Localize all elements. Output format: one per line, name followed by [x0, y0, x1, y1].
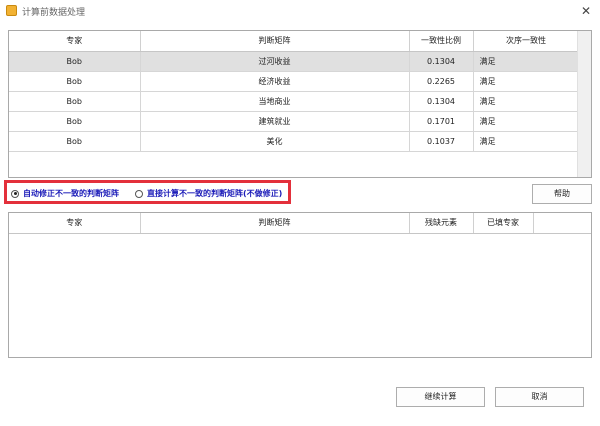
expert-cell: Bob [9, 71, 141, 92]
table-row[interactable]: Bob 经济收益 0.2265 满足 [9, 71, 591, 92]
expert-cell: Bob [9, 51, 141, 72]
app-icon [6, 5, 17, 16]
continue-calculation-button[interactable]: 继续计算 [396, 387, 485, 407]
col-header-matrix[interactable]: 判断矩阵 [140, 31, 410, 52]
col-header-expert[interactable]: 专家 [9, 213, 141, 234]
col-header-matrix[interactable]: 判断矩阵 [140, 213, 410, 234]
radio-circle-icon[interactable] [11, 189, 19, 198]
auto-fix-label: 自动修正不一致的判断矩阵 [23, 189, 119, 198]
ratio-cell: 0.1304 [409, 91, 474, 112]
expert-cell: Bob [9, 91, 141, 112]
direct-compute-radio[interactable]: 直接计算不一致的判断矩阵(不做修正) [135, 188, 282, 199]
col-header-missing[interactable]: 残缺元素 [409, 213, 474, 234]
expert-cell: Bob [9, 131, 141, 152]
order-cell: 满足 [473, 71, 580, 92]
mode-selection-highlight: 自动修正不一致的判断矩阵 直接计算不一致的判断矩阵(不做修正) [4, 180, 291, 204]
title-bar: 计算前数据处理 ✕ [0, 0, 600, 22]
ratio-cell: 0.2265 [409, 71, 474, 92]
table-body: Bob 过河收益 0.1304 满足 Bob 经济收益 0.2265 满足 Bob 当地商业 0.1… [9, 51, 591, 152]
vertical-scrollbar[interactable] [577, 31, 591, 177]
order-cell: 满足 [473, 111, 580, 132]
order-cell: 满足 [473, 91, 580, 112]
ratio-cell: 0.1701 [409, 111, 474, 132]
matrix-cell: 当地商业 [140, 91, 410, 112]
help-button[interactable]: 帮助 [532, 184, 592, 204]
ratio-cell: 0.1304 [409, 51, 474, 72]
order-cell: 满足 [473, 51, 580, 72]
col-header-ratio[interactable]: 一致性比例 [409, 31, 474, 52]
col-header-expert[interactable]: 专家 [9, 31, 141, 52]
matrix-cell: 建筑就业 [140, 111, 410, 132]
table-row[interactable]: Bob 过河收益 0.1304 满足 [9, 51, 591, 72]
ratio-cell: 0.1037 [409, 131, 474, 152]
matrix-cell: 美化 [140, 131, 410, 152]
window-title: 计算前数据处理 [22, 8, 86, 18]
table-row[interactable]: Bob 美化 0.1037 满足 [9, 131, 591, 152]
radio-circle-icon[interactable] [135, 189, 143, 198]
col-header-order[interactable]: 次序一致性 [473, 31, 580, 52]
cancel-button[interactable]: 取消 [495, 387, 584, 407]
auto-fix-radio[interactable]: 自动修正不一致的判断矩阵 [11, 188, 119, 199]
table-row[interactable]: Bob 建筑就业 0.1701 满足 [9, 111, 591, 132]
expert-cell: Bob [9, 111, 141, 132]
consistency-table: 专家 判断矩阵 一致性比例 次序一致性 Bob 过河收益 0.1304 满足 Bob 经济… [8, 30, 592, 178]
order-cell: 满足 [473, 131, 580, 152]
table-row[interactable]: Bob 当地商业 0.1304 满足 [9, 91, 591, 112]
col-header-filled-experts[interactable]: 已填专家 [473, 213, 534, 234]
matrix-cell: 经济收益 [140, 71, 410, 92]
table-header-row: 专家 判断矩阵 一致性比例 次序一致性 [9, 31, 591, 52]
table-header-row: 专家 判断矩阵 残缺元素 已填专家 [9, 213, 591, 234]
close-icon[interactable]: ✕ [572, 0, 600, 22]
matrix-cell: 过河收益 [140, 51, 410, 72]
direct-compute-label: 直接计算不一致的判断矩阵(不做修正) [147, 189, 283, 198]
col-header-filler [533, 213, 591, 234]
missing-elements-table: 专家 判断矩阵 残缺元素 已填专家 [8, 212, 592, 358]
